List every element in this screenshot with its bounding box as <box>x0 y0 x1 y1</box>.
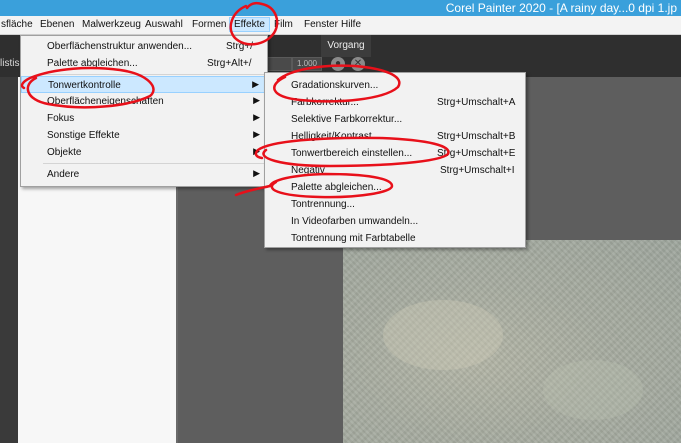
window-title: Corel Painter 2020 - [A rainy day...0 dp… <box>445 1 677 15</box>
menu-item-hilfe[interactable]: Hilfe <box>341 19 361 30</box>
canvas-highlight <box>543 360 643 420</box>
menu-option-label: Objekte <box>47 147 82 158</box>
menu-item-auswahl[interactable]: Auswahl <box>145 19 183 30</box>
menu-item-oberflaeche[interactable]: sfläche <box>1 19 33 30</box>
menu-option-label: Sonstige Effekte <box>47 130 120 141</box>
submenu-option-label: Selektive Farbkorrektur... <box>291 114 403 125</box>
menu-item-ebenen[interactable]: Ebenen <box>40 19 74 30</box>
menu-item-effekte[interactable]: Effekte <box>229 17 270 32</box>
menu-item-malwerkzeug[interactable]: Malwerkzeug <box>82 19 141 30</box>
menu-option-shortcut: Strg+Alt+/ <box>207 58 252 69</box>
submenu-option-selektive-farbkorrektur[interactable]: Selektive Farbkorrektur... <box>265 111 525 128</box>
property-field-b[interactable]: 1.000 <box>292 57 322 71</box>
submenu-option-label: Farbkorrektur... <box>291 97 359 108</box>
submenu-option-label: Tontrennung... <box>291 199 355 210</box>
toolbox-strip <box>0 77 18 443</box>
submenu-arrow-icon: ▶ <box>252 79 259 89</box>
menu-item-film[interactable]: Film <box>274 19 293 30</box>
submenu-option-label: Negativ <box>291 165 325 176</box>
title-bar: Corel Painter 2020 - [A rainy day...0 dp… <box>0 0 681 16</box>
submenu-arrow-icon: ▶ <box>253 95 260 105</box>
submenu-option-label: In Videofarben umwandeln... <box>291 216 419 227</box>
menu-item-formen[interactable]: Formen <box>192 19 226 30</box>
tonwert-submenu: Gradationskurven... Farbkorrektur... Str… <box>264 72 526 248</box>
menu-option-shortcut: Strg+/ <box>226 41 253 52</box>
submenu-option-shortcut: Strg+Umschalt+E <box>437 148 516 159</box>
menu-separator <box>43 74 265 75</box>
effects-menu: Oberflächenstruktur anwenden... Strg+/ P… <box>20 35 268 187</box>
submenu-option-shortcut: Strg+Umschalt+A <box>437 97 516 108</box>
canvas-highlight <box>383 300 503 370</box>
menu-option-label: Oberflächenstruktur anwenden... <box>47 41 193 52</box>
menu-option-andere[interactable]: Andere ▶ <box>21 166 267 183</box>
stop-icon[interactable]: ✕ <box>351 57 365 71</box>
menu-option-palette-abgleichen[interactable]: Palette abgleichen... Strg+Alt+/ <box>21 55 267 72</box>
submenu-option-gradationskurven[interactable]: Gradationskurven... <box>265 77 525 94</box>
submenu-option-label: Palette abgleichen... <box>291 182 382 193</box>
submenu-arrow-icon: ▶ <box>253 146 260 156</box>
menu-bar: sfläche Ebenen Malwerkzeug Auswahl Forme… <box>0 16 681 35</box>
record-icon[interactable]: ● <box>331 57 345 71</box>
submenu-option-farbkorrektur[interactable]: Farbkorrektur... Strg+Umschalt+A <box>265 94 525 111</box>
painting-canvas[interactable] <box>343 240 681 443</box>
submenu-option-label: Tonwertbereich einstellen... <box>291 148 413 159</box>
menu-separator <box>43 163 265 164</box>
submenu-option-tontrennung[interactable]: Tontrennung... <box>265 196 525 213</box>
menu-option-oberflaechenstruktur[interactable]: Oberflächenstruktur anwenden... Strg+/ <box>21 38 267 55</box>
menu-item-fenster[interactable]: Fenster <box>304 19 338 30</box>
menu-option-label: Oberflächeneigenschaften <box>47 96 164 107</box>
property-bar-label: listis <box>0 58 20 69</box>
submenu-option-label: Helligkeit/Kontrast... <box>291 131 380 142</box>
submenu-arrow-icon: ▶ <box>253 112 260 122</box>
panel-header-vorgang[interactable]: Vorgang <box>321 35 371 57</box>
submenu-arrow-icon: ▶ <box>253 168 260 178</box>
submenu-option-tontrennung-farbtabelle[interactable]: Tontrennung mit Farbtabelle <box>265 230 525 247</box>
submenu-option-label: Gradationskurven... <box>291 80 379 91</box>
submenu-option-helligkeit-kontrast[interactable]: Helligkeit/Kontrast... Strg+Umschalt+B <box>265 128 525 145</box>
menu-option-fokus[interactable]: Fokus ▶ <box>21 110 267 127</box>
menu-option-oberflaecheneigenschaften[interactable]: Oberflächeneigenschaften ▶ <box>21 93 267 110</box>
menu-option-label: Andere <box>47 169 80 180</box>
submenu-arrow-icon: ▶ <box>253 129 260 139</box>
submenu-option-videofarben[interactable]: In Videofarben umwandeln... <box>265 213 525 230</box>
menu-option-label: Palette abgleichen... <box>47 58 138 69</box>
submenu-option-shortcut: Strg+Umschalt+I <box>440 165 515 176</box>
submenu-option-shortcut: Strg+Umschalt+B <box>437 131 516 142</box>
menu-option-objekte[interactable]: Objekte ▶ <box>21 144 267 161</box>
menu-option-label: Tonwertkontrolle <box>48 80 121 91</box>
menu-option-label: Fokus <box>47 113 75 124</box>
submenu-option-label: Tontrennung mit Farbtabelle <box>291 233 416 244</box>
menu-option-sonstige-effekte[interactable]: Sonstige Effekte ▶ <box>21 127 267 144</box>
submenu-option-negativ[interactable]: Negativ Strg+Umschalt+I <box>265 162 525 179</box>
submenu-option-tonwertbereich[interactable]: Tonwertbereich einstellen... Strg+Umscha… <box>265 145 525 162</box>
submenu-option-palette-abgleichen[interactable]: Palette abgleichen... <box>265 179 525 196</box>
menu-option-tonwertkontrolle[interactable]: Tonwertkontrolle ▶ <box>21 76 267 93</box>
